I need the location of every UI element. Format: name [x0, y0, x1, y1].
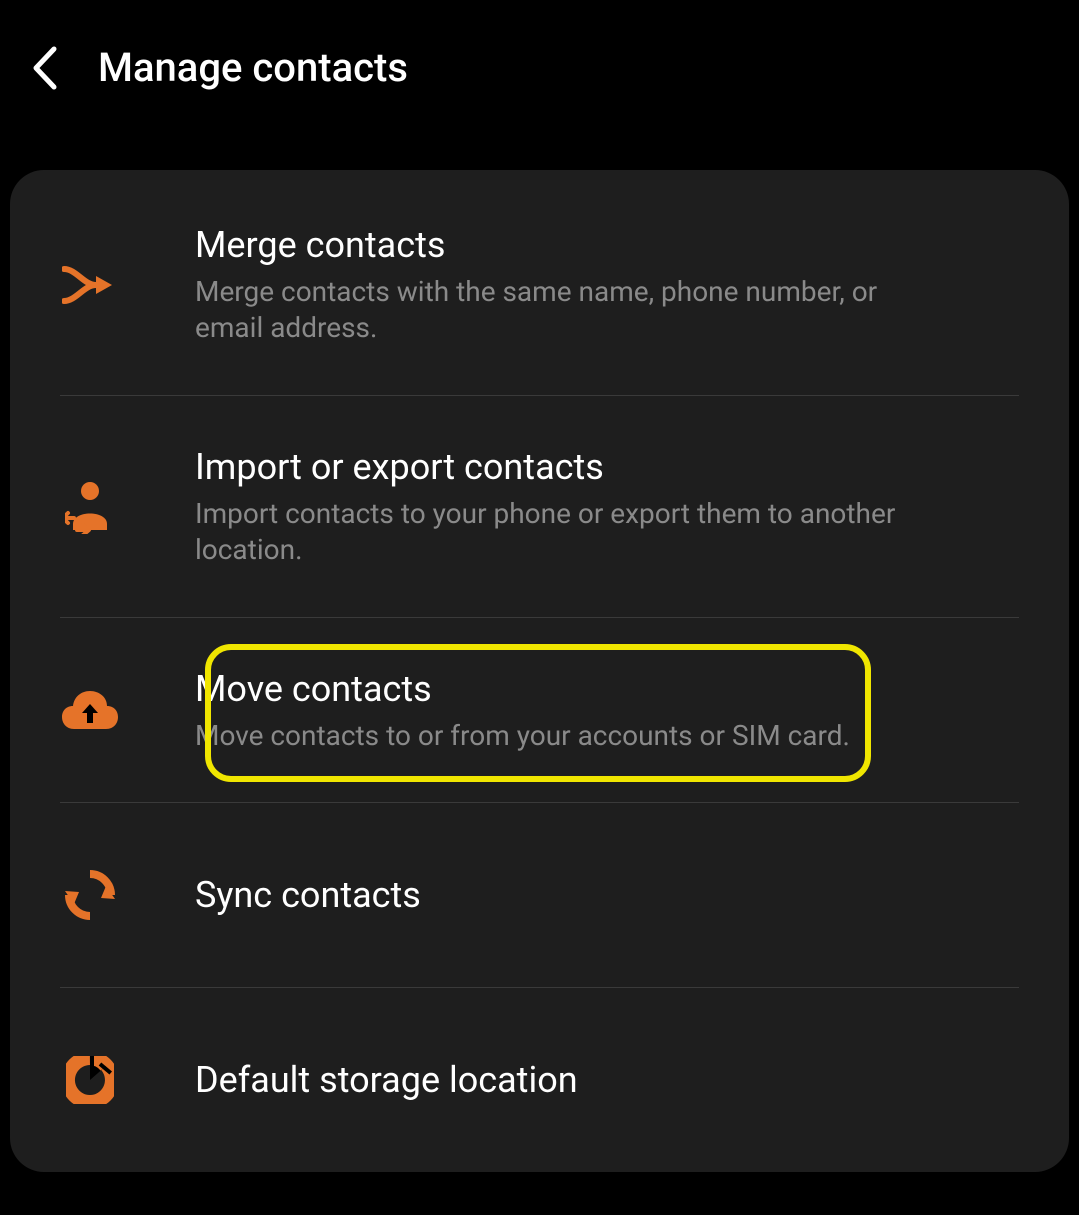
list-item-content: Merge contacts Merge contacts with the s…: [195, 224, 1039, 347]
merge-icon: [60, 255, 120, 315]
list-item-merge-contacts[interactable]: Merge contacts Merge contacts with the s…: [10, 170, 1069, 395]
list-item-subtitle: Import contacts to your phone or export …: [195, 496, 935, 569]
list-item-title: Default storage location: [195, 1059, 1039, 1101]
list-item-content: Move contacts Move contacts to or from y…: [195, 668, 1039, 754]
list-item-import-export[interactable]: Import or export contacts Import contact…: [10, 396, 1069, 617]
list-item-content: Default storage location: [195, 1059, 1039, 1101]
cloud-upload-icon: [60, 681, 120, 741]
page-title: Manage contacts: [98, 44, 408, 91]
list-item-content: Import or export contacts Import contact…: [195, 446, 1039, 569]
settings-panel: Merge contacts Merge contacts with the s…: [10, 170, 1069, 1172]
back-icon[interactable]: [30, 45, 58, 91]
list-item-sync-contacts[interactable]: Sync contacts: [10, 803, 1069, 987]
header: Manage contacts: [0, 0, 1079, 135]
list-item-default-storage[interactable]: Default storage location: [10, 988, 1069, 1172]
list-item-content: Sync contacts: [195, 874, 1039, 916]
sync-icon: [60, 865, 120, 925]
import-export-icon: [60, 477, 120, 537]
list-item-title: Move contacts: [195, 668, 1039, 710]
list-item-title: Sync contacts: [195, 874, 1039, 916]
list-item-move-contacts[interactable]: Move contacts Move contacts to or from y…: [10, 618, 1069, 802]
list-item-title: Import or export contacts: [195, 446, 1039, 488]
list-item-subtitle: Merge contacts with the same name, phone…: [195, 274, 935, 347]
list-item-subtitle: Move contacts to or from your accounts o…: [195, 718, 935, 754]
storage-icon: [60, 1050, 120, 1110]
list-item-title: Merge contacts: [195, 224, 1039, 266]
